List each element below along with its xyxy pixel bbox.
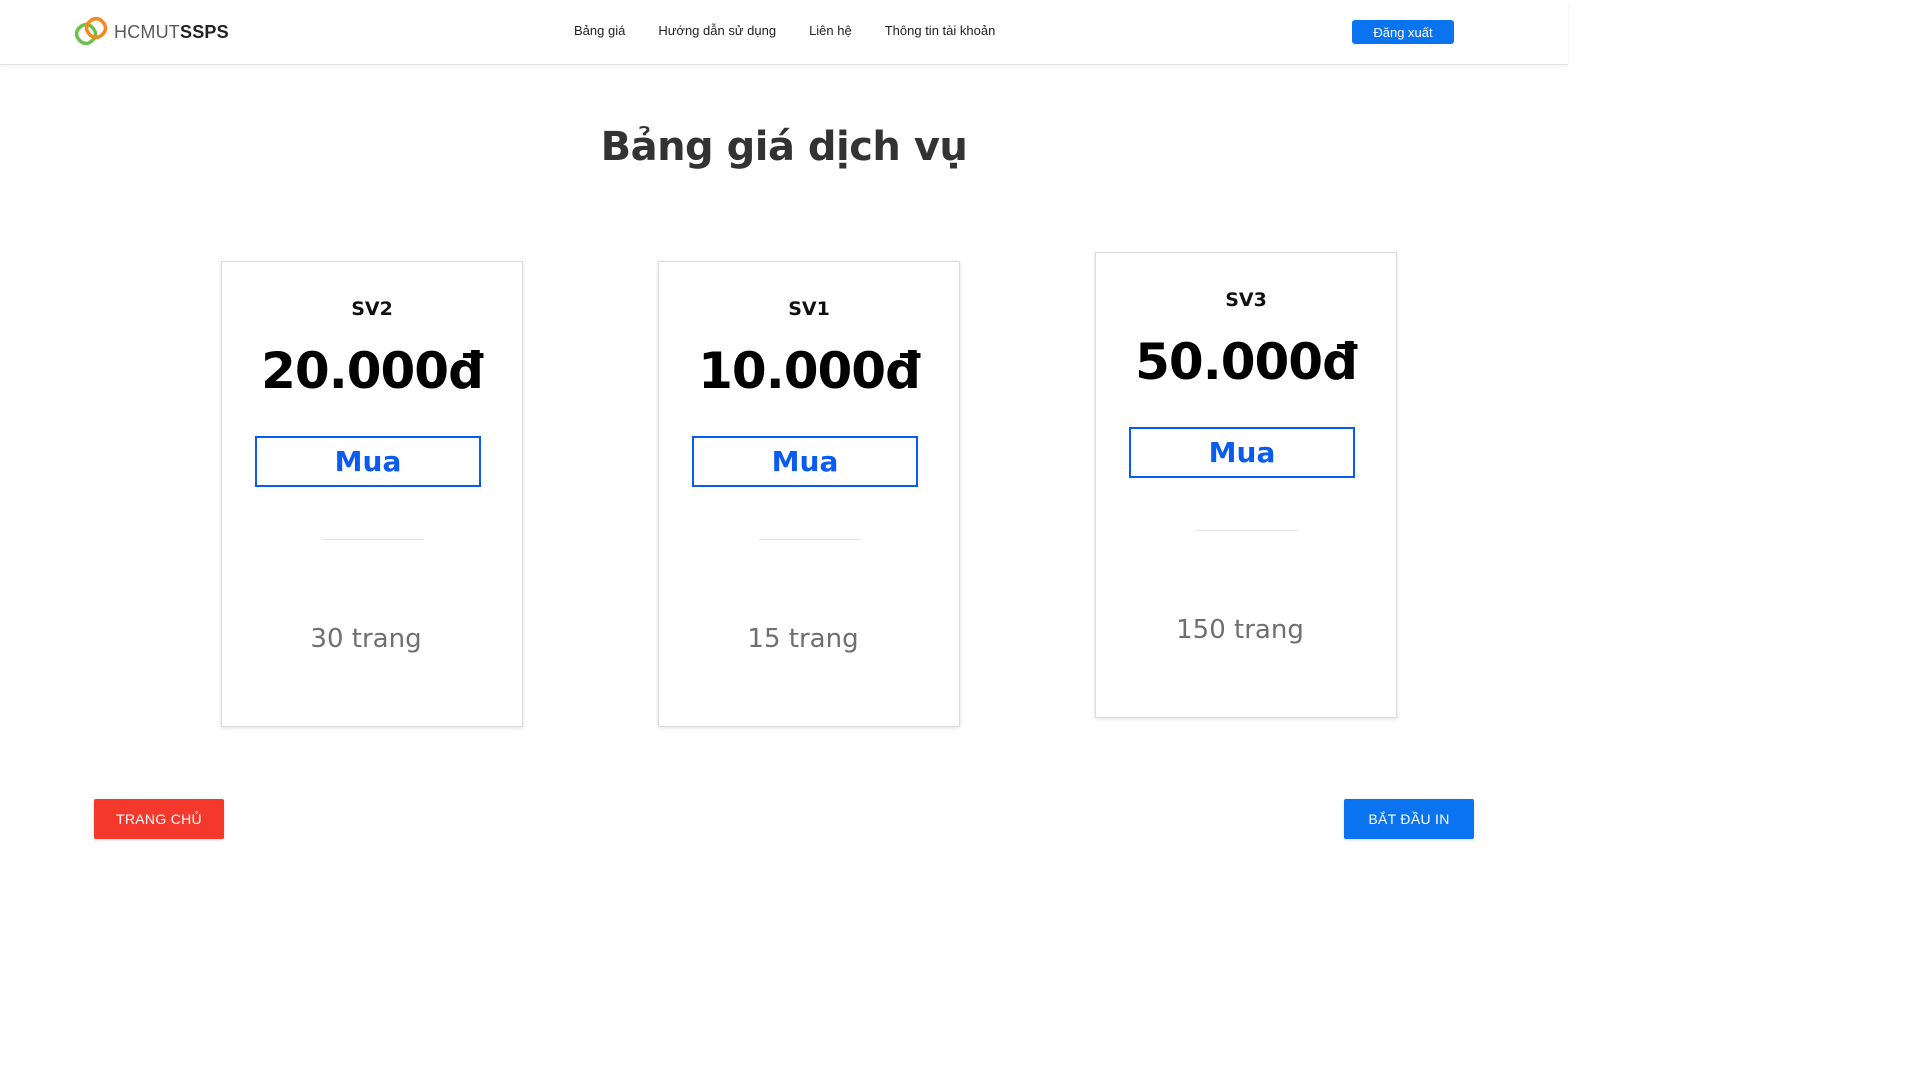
top-navbar: HCMUTSSPS Bảng giá Hướng dẫn sử dụng Liê… <box>0 0 1568 65</box>
card-divider <box>1196 530 1298 531</box>
plan-card-sv2: SV2 20.000đ Mua 30 trang <box>221 261 523 727</box>
plan-name: SV1 <box>788 298 830 320</box>
buy-button-sv3[interactable]: Mua <box>1129 427 1355 478</box>
brand-name: HCMUTSSPS <box>114 16 229 48</box>
plan-price: 50.000đ <box>1135 333 1358 391</box>
nav-item-user-guide[interactable]: Hướng dẫn sử dụng <box>658 22 776 40</box>
nav-item-pricing[interactable]: Bảng giá <box>574 22 625 40</box>
buy-button-sv2[interactable]: Mua <box>255 436 481 487</box>
card-divider <box>322 539 424 540</box>
home-button[interactable]: TRANG CHỦ <box>94 799 224 839</box>
plan-price: 20.000đ <box>261 342 484 400</box>
nav-item-contact[interactable]: Liên hệ <box>809 22 852 40</box>
nav-item-account-info[interactable]: Thông tin tài khoản <box>885 22 996 40</box>
plan-name: SV3 <box>1225 289 1267 311</box>
plan-pages: 15 trang <box>747 624 859 654</box>
plan-pages: 30 trang <box>310 624 422 654</box>
plan-card-sv1: SV1 10.000đ Mua 15 trang <box>658 261 960 727</box>
plan-card-sv3: SV3 50.000đ Mua 150 trang <box>1095 252 1397 718</box>
linked-rings-logo-icon <box>74 16 110 48</box>
page-title: Bảng giá dịch vụ <box>600 124 968 170</box>
brand-name-bold: SSPS <box>180 22 229 42</box>
plan-price: 10.000đ <box>698 342 921 400</box>
brand-logo[interactable]: HCMUTSSPS <box>74 16 229 48</box>
start-printing-button[interactable]: BẮT ĐẦU IN <box>1344 799 1474 839</box>
plan-name: SV2 <box>351 298 393 320</box>
brand-name-light: HCMUT <box>114 22 180 42</box>
plan-pages: 150 trang <box>1176 615 1304 645</box>
logout-button[interactable]: Đăng xuất <box>1352 20 1454 44</box>
card-divider <box>759 539 861 540</box>
main-nav: Bảng giá Hướng dẫn sử dụng Liên hệ Thông… <box>574 22 995 40</box>
buy-button-sv1[interactable]: Mua <box>692 436 918 487</box>
